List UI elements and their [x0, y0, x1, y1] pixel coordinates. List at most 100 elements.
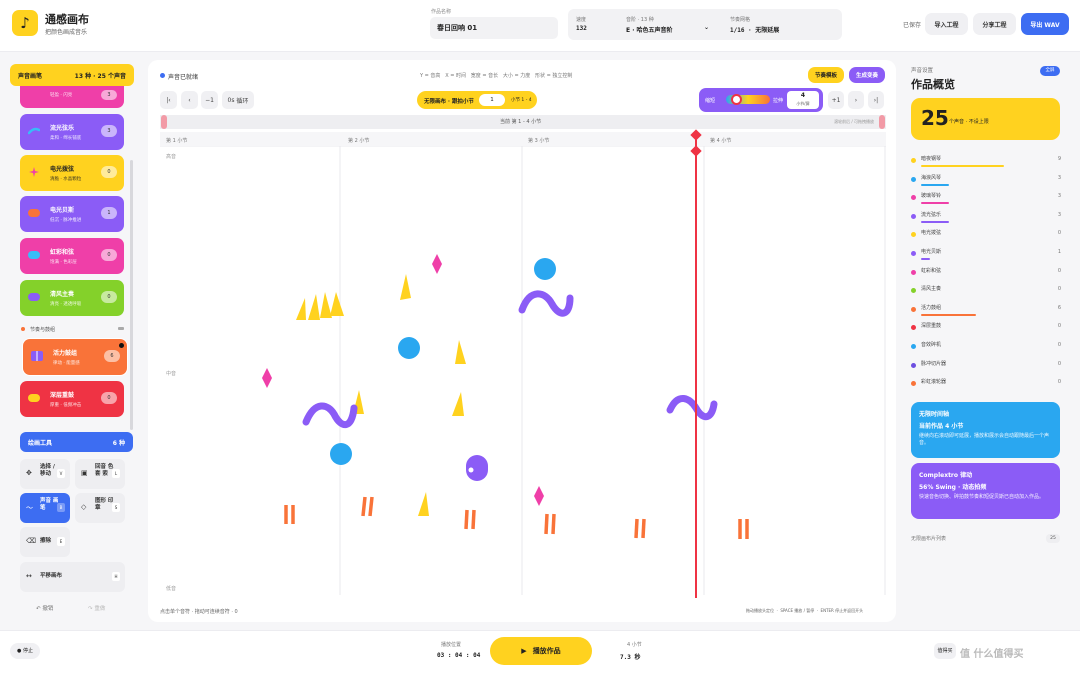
- export-wav-button[interactable]: 导出 WAV: [1021, 13, 1069, 35]
- brush-card-deep-drums[interactable]: 深层重鼓 厚重 · 低频冲击 0: [20, 381, 124, 417]
- play-button[interactable]: ▶ 播放作品: [490, 637, 592, 665]
- loop-button[interactable]: 0s 循环: [222, 91, 254, 109]
- note-triangle[interactable]: [330, 292, 344, 316]
- brush-card-count: 3: [101, 90, 117, 100]
- brush-card-electric-bass[interactable]: 电光贝斯 低沉 · 脉冲推进 1: [20, 196, 124, 232]
- right-section-label: 声音设置: [911, 68, 934, 74]
- work-name-input[interactable]: 春日回响 01: [430, 17, 558, 39]
- legend-row[interactable]: 活力鼓组 6: [911, 304, 1061, 322]
- brush-card-rainbow-chord[interactable]: 虹彩和弦 饱满 · 色彩层 0: [20, 238, 124, 274]
- note-diamond[interactable]: [534, 486, 544, 506]
- note-circle[interactable]: [534, 258, 556, 280]
- brush-card-breeze-lead[interactable]: 清风主奏 清亮 · 透透呼吸 0: [20, 280, 124, 316]
- legend-row[interactable]: 流光弦乐 3: [911, 211, 1061, 229]
- loop-end-handle[interactable]: [879, 115, 885, 129]
- legend-row[interactable]: 彩虹滚轮器 0: [911, 378, 1061, 396]
- legend-color-dot: [911, 381, 916, 387]
- zoom-slider-handle[interactable]: [731, 94, 742, 105]
- collapse-icon[interactable]: [118, 327, 124, 330]
- tool-pan[interactable]: ↔ 平移画布 H: [20, 562, 125, 592]
- grid-select[interactable]: 1/16 · 无限延展: [730, 25, 779, 34]
- tool-shape-stamp[interactable]: ◇ 图形 印章 S: [75, 493, 125, 523]
- note-triangle[interactable]: [320, 292, 332, 318]
- forward-button[interactable]: ›: [848, 91, 864, 109]
- fullscreen-badge[interactable]: 全屏: [1040, 66, 1060, 76]
- loop-start-handle[interactable]: [161, 115, 167, 129]
- note-wave[interactable]: [518, 290, 574, 317]
- tool-eraser[interactable]: ⌫ 擦除 E: [20, 527, 70, 557]
- note-blob[interactable]: [466, 455, 488, 481]
- footer-right-button[interactable]: 值得买: [934, 643, 956, 659]
- note-diamond[interactable]: [262, 368, 272, 388]
- brush-card-energy-drums[interactable]: 活力鼓组 律动 · 能量感 6: [23, 339, 127, 375]
- legend-row[interactable]: 海浪风琴 3: [911, 174, 1061, 192]
- note-triangle[interactable]: [455, 340, 466, 364]
- note-diamond[interactable]: [432, 254, 442, 274]
- go-start-button[interactable]: |‹: [160, 91, 177, 109]
- legend-row[interactable]: 虹彩和弦 0: [911, 267, 1061, 285]
- generate-variation-button[interactable]: 生成变奏: [849, 67, 885, 83]
- share-button[interactable]: 分享工程: [973, 13, 1016, 35]
- legend-name: 深层重鼓: [921, 323, 942, 330]
- back-one-button[interactable]: −1: [201, 91, 218, 109]
- brush-card-electric-pluck[interactable]: 电光拨弦 清脆 · 水晶颗粒 0: [20, 155, 124, 191]
- go-end-button[interactable]: ›|: [868, 91, 884, 109]
- timeline-strip[interactable]: 当前 第 1 - 4 小节 滚轮前后 / 可拖拽播放: [160, 115, 886, 129]
- brush-wave-icon: 〜: [26, 504, 33, 512]
- note-drum-hits[interactable]: [284, 496, 749, 539]
- brush-card-partial[interactable]: 轻盈 · 闪亮 3: [20, 86, 124, 108]
- tempo-input[interactable]: 132: [576, 25, 587, 32]
- legend-row[interactable]: 清风主奏 0: [911, 285, 1061, 303]
- sound-brush-count: 13 种 · 25 个声音: [74, 73, 126, 80]
- app-subtitle: 把颜色画成音乐: [45, 29, 88, 36]
- drawing-canvas[interactable]: 高音 中音 低音: [160, 146, 886, 595]
- brush-card-streamer-strings[interactable]: 流光弦乐 柔和 · 绵长铺底 3: [20, 114, 124, 150]
- note-triangle[interactable]: [296, 298, 306, 320]
- note-shapes[interactable]: [262, 254, 749, 539]
- tool-key: H: [112, 572, 120, 581]
- tool-select[interactable]: ✥ 选择 / 移动 V: [20, 459, 70, 489]
- brush-card-name: 电光贝斯: [50, 207, 75, 214]
- note-circle[interactable]: [330, 443, 352, 465]
- import-button[interactable]: 导入工程: [925, 13, 968, 35]
- legend-row[interactable]: 暗夜钢琴 9: [911, 155, 1061, 173]
- undo-button[interactable]: ↶ 撤销: [36, 604, 53, 612]
- note-triangle[interactable]: [418, 492, 429, 516]
- canvas-list-count[interactable]: 25: [1046, 534, 1060, 543]
- legend-row[interactable]: 电光贝斯 1: [911, 248, 1061, 266]
- note-wave[interactable]: [302, 402, 358, 428]
- bar-count-input[interactable]: 1: [479, 94, 505, 106]
- brush-card-sub: 清亮 · 透透呼吸: [50, 302, 82, 307]
- note-triangle[interactable]: [308, 294, 320, 320]
- redo-button[interactable]: ↷ 重做: [88, 604, 105, 612]
- rhythm-template-button[interactable]: 节奏模板: [808, 67, 844, 83]
- note-triangle[interactable]: [452, 392, 464, 416]
- playhead[interactable]: [695, 132, 697, 598]
- note-wave[interactable]: [666, 395, 718, 421]
- legend-row[interactable]: 深层重鼓 0: [911, 322, 1061, 340]
- legend-count: 3: [1057, 174, 1061, 181]
- note-circle[interactable]: [398, 337, 420, 359]
- prev-button[interactable]: ‹: [181, 91, 198, 109]
- legend-row[interactable]: 音效碎机 0: [911, 341, 1061, 359]
- legend-row[interactable]: 电光拨弦 0: [911, 229, 1061, 247]
- legend-row[interactable]: 脉冲切片器 0: [911, 360, 1061, 378]
- legend-count: 9: [1057, 156, 1061, 162]
- note-triangle[interactable]: [400, 274, 411, 300]
- tool-lasso[interactable]: ▣ 回音 色套 索 L: [75, 459, 125, 489]
- zoom-slider[interactable]: [726, 94, 770, 105]
- saved-status: 已保存: [903, 22, 922, 29]
- zoom-high-label: 拉伸: [773, 98, 784, 104]
- brush-card-name: 电光拨弦: [50, 166, 75, 173]
- legend-row[interactable]: 玻璃琴铃 3: [911, 192, 1061, 210]
- sidebar-scrollbar[interactable]: [130, 160, 133, 430]
- key-select[interactable]: E · 哈色五声音阶: [626, 25, 712, 34]
- plus-one-button[interactable]: +1: [828, 91, 844, 109]
- bars-per-screen-box[interactable]: 4 小节/屏: [787, 91, 819, 109]
- brush-card-count: 0: [101, 291, 117, 303]
- tool-sound-brush[interactable]: 〜 声音 画笔 B: [20, 493, 70, 523]
- info-card-subtitle: 当前作品 4 小节: [919, 423, 964, 430]
- legend-count: 1: [1057, 249, 1061, 255]
- chevron-down-icon[interactable]: ⌄: [704, 24, 709, 31]
- stop-button[interactable]: ● 停止: [10, 643, 40, 659]
